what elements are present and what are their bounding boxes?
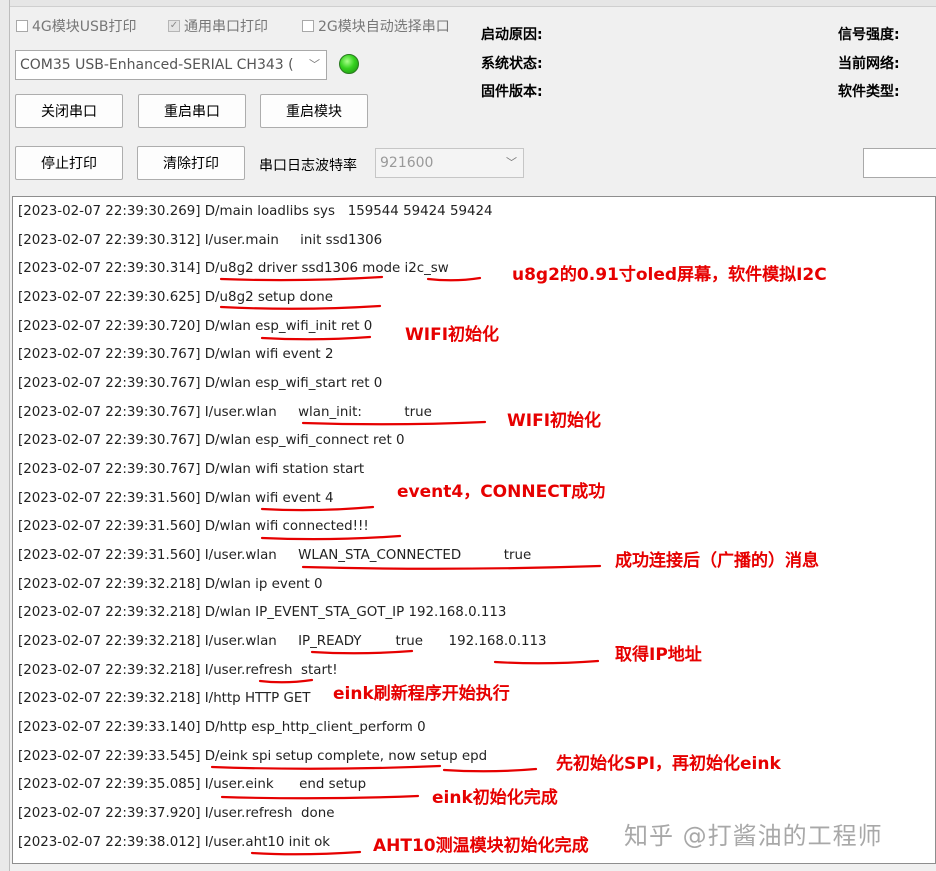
auto-select-port-checkbox[interactable]: 2G模块自动选择串口 [302, 16, 450, 36]
uart-print-checkbox[interactable]: ✓ 通用串口打印 [168, 16, 268, 36]
system-status-label: 系统状态: [481, 56, 543, 72]
checkbox-icon [302, 20, 314, 32]
annotation-wifi-init-2: WIFI初始化 [507, 411, 602, 431]
log-line: [2023-02-07 22:39:30.625] D/u8g2 setup d… [18, 290, 333, 305]
log-line: [2023-02-07 22:39:30.767] D/wlan esp_wif… [18, 433, 405, 448]
clear-print-button[interactable]: 清除打印 [137, 146, 245, 180]
signal-strength-label: 信号强度: [838, 27, 900, 43]
annotation-wifi-init: WIFI初始化 [405, 325, 500, 345]
log-line: [2023-02-07 22:39:32.218] I/user.wlan IP… [18, 634, 547, 649]
log-line: [2023-02-07 22:39:31.560] D/wlan wifi co… [18, 519, 369, 534]
menu-bar-edge [0, 0, 936, 7]
log-line: [2023-02-07 22:39:32.218] I/http HTTP GE… [18, 691, 311, 706]
log-line: [2023-02-07 22:39:30.720] D/wlan esp_wif… [18, 319, 373, 334]
log-line: [2023-02-07 22:39:31.560] D/wlan wifi ev… [18, 491, 334, 506]
annotation-connect: event4，CONNECT成功 [397, 482, 606, 502]
boot-reason-label: 启动原因: [481, 27, 543, 43]
log-line: [2023-02-07 22:39:30.767] D/wlan wifi st… [18, 462, 365, 477]
current-network-label: 当前网络: [838, 56, 900, 72]
chevron-down-icon: ﹀ [309, 58, 320, 72]
log-line: [2023-02-07 22:39:32.218] I/user.refresh… [18, 663, 338, 678]
restart-module-button[interactable]: 重启模块 [260, 94, 368, 128]
command-input[interactable] [863, 148, 936, 178]
annotation-u8g2: u8g2的0.91寸oled屏幕，软件模拟I2C [512, 265, 827, 285]
watermark: 知乎 @打酱油的工程师 [624, 822, 883, 850]
annotation-aht10: AHT10测温模块初始化完成 [373, 836, 589, 856]
annotation-broadcast: 成功连接后（广播的）消息 [615, 551, 819, 571]
firmware-version-label: 固件版本: [481, 84, 543, 100]
checkbox-checked-icon: ✓ [168, 20, 180, 32]
log-line: [2023-02-07 22:39:32.218] D/wlan ip even… [18, 577, 323, 592]
annotation-eink-refresh: eink刷新程序开始执行 [333, 684, 510, 704]
serial-port-select[interactable]: COM35 USB-Enhanced-SERIAL CH343 ( ﹀ [15, 50, 327, 80]
connection-status-led-icon [339, 54, 359, 74]
checkbox-icon [16, 20, 28, 32]
log-line: [2023-02-07 22:39:30.767] D/wlan wifi ev… [18, 347, 334, 362]
log-line: [2023-02-07 22:39:32.218] D/wlan IP_EVEN… [18, 605, 507, 620]
stop-print-button[interactable]: 停止打印 [15, 146, 123, 180]
baud-rate-label: 串口日志波特率 [259, 158, 357, 174]
chevron-down-icon: ﹀ [506, 156, 517, 170]
left-pane-edge [0, 0, 10, 871]
log-line: [2023-02-07 22:39:30.767] I/user.wlan wl… [18, 405, 432, 420]
annotation-eink-done: eink初始化完成 [432, 788, 558, 808]
usb-4g-print-checkbox[interactable]: 4G模块USB打印 [16, 16, 137, 36]
baud-rate-select[interactable]: 921600 ﹀ [375, 148, 524, 178]
log-line: [2023-02-07 22:39:38.012] I/user.aht10 i… [18, 835, 331, 850]
software-type-label: 软件类型: [838, 84, 900, 100]
serial-log-output[interactable]: [2023-02-07 22:39:30.269] D/main loadlib… [12, 196, 936, 864]
log-line: [2023-02-07 22:39:30.312] I/user.main in… [18, 233, 383, 248]
log-line: [2023-02-07 22:39:31.560] I/user.wlan WL… [18, 548, 532, 563]
log-line: [2023-02-07 22:39:37.920] I/user.refresh… [18, 806, 335, 821]
restart-port-button[interactable]: 重启串口 [138, 94, 246, 128]
log-line: [2023-02-07 22:39:35.085] I/user.eink en… [18, 777, 367, 792]
log-line: [2023-02-07 22:39:33.545] D/eink spi set… [18, 749, 488, 764]
annotation-got-ip: 取得IP地址 [615, 645, 702, 665]
log-line: [2023-02-07 22:39:33.140] D/http esp_htt… [18, 720, 426, 735]
log-line: [2023-02-07 22:39:30.767] D/wlan esp_wif… [18, 376, 383, 391]
annotation-spi-eink: 先初始化SPI，再初始化eink [556, 754, 781, 774]
log-line: [2023-02-07 22:39:30.269] D/main loadlib… [18, 204, 493, 219]
log-line: [2023-02-07 22:39:30.314] D/u8g2 driver … [18, 261, 449, 276]
close-port-button[interactable]: 关闭串口 [15, 94, 123, 128]
